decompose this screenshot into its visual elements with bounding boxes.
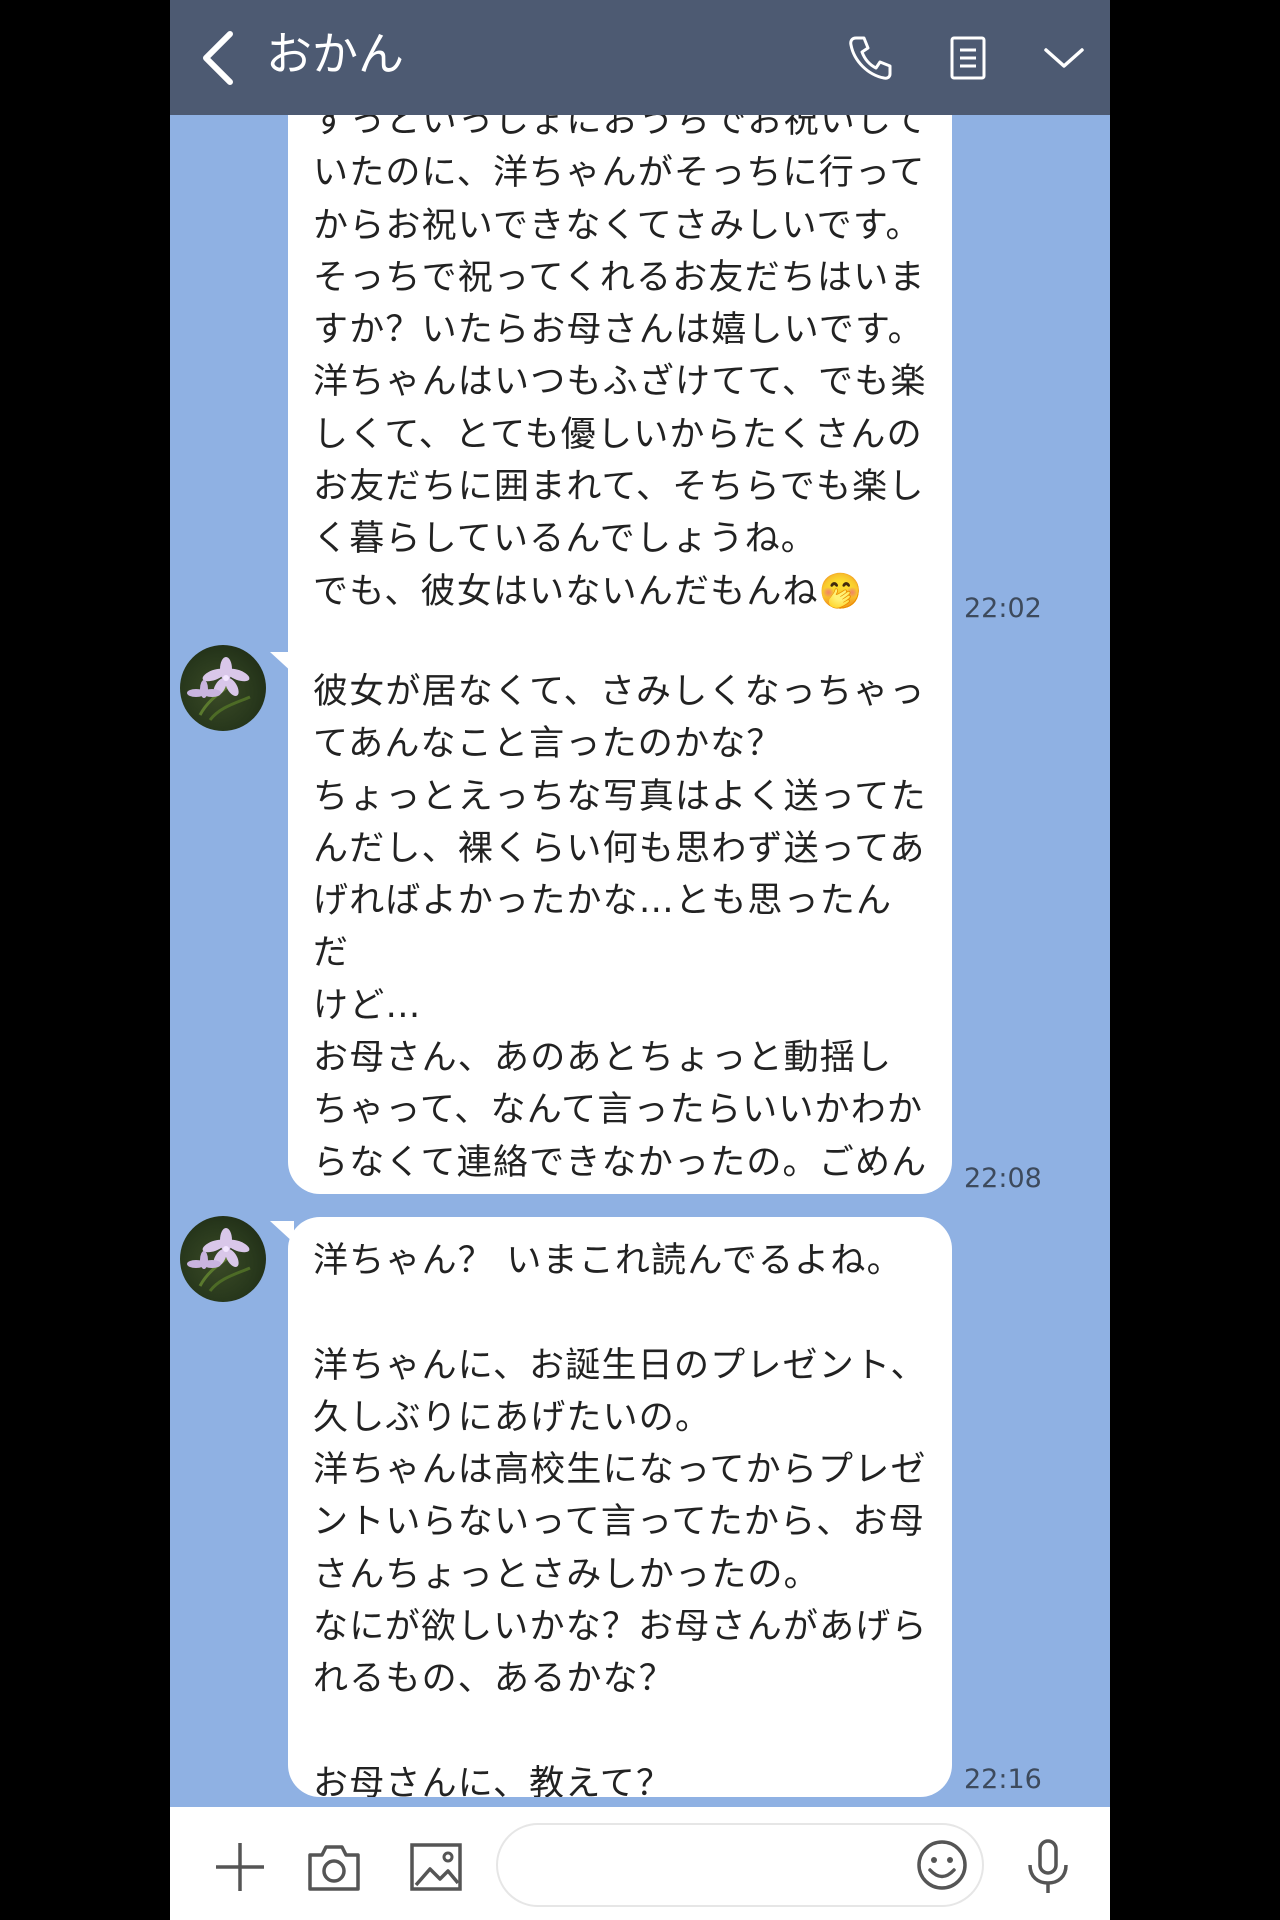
chat-messages[interactable]: ずっといっしょにおうちでお祝いして いたのに、洋ちゃんがそっちに行って からお祝… [170,115,1110,1807]
smiley-icon[interactable] [914,1837,970,1893]
message-time: 22:02 [964,593,1042,624]
message-text: 洋ちゃん？ いまこれ読んでるよね。 洋ちゃんに、お誕生日のプレゼント、 久しぶり… [313,1241,928,1797]
phone-icon[interactable] [842,30,898,86]
message-time: 22:16 [964,1764,1042,1795]
message-bubble[interactable]: 洋ちゃん？ いまこれ読んでるよね。 洋ちゃんに、お誕生日のプレゼント、 久しぶり… [288,1217,952,1797]
message-bubble[interactable]: 彼女が居なくて、さみしくなっちゃっ てあんなこと言ったのかな？ ちょっとえっちな… [288,648,952,1194]
message-text: 彼女が居なくて、さみしくなっちゃっ てあんなこと言ったのかな？ ちょっとえっちな… [313,672,928,1183]
message-bubble[interactable]: ずっといっしょにおうちでお祝いして いたのに、洋ちゃんがそっちに行って からお祝… [288,115,952,735]
microphone-icon[interactable] [1018,1837,1078,1897]
flower-avatar-icon[interactable] [180,1216,266,1302]
chevron-left-icon[interactable] [192,26,248,90]
image-icon[interactable] [406,1837,466,1897]
plus-icon[interactable] [210,1837,270,1897]
chat-header: おかん [170,0,1110,115]
input-bar [170,1807,1110,1920]
notes-icon[interactable] [940,30,996,86]
camera-icon[interactable] [304,1837,364,1897]
message-time: 22:08 [964,1163,1042,1194]
flower-avatar-icon[interactable] [180,645,266,731]
message-text: ずっといっしょにおうちでお祝いして いたのに、洋ちゃんがそっちに行って からお祝… [313,115,928,612]
chat-title: おかん [266,27,404,81]
message-input[interactable] [496,1823,984,1907]
chevron-down-icon[interactable] [1036,30,1092,86]
phone-screen: おかん ずっといっしょにおうちでお祝いして いたのに、洋ちゃんがそっちに行って … [170,0,1110,1920]
